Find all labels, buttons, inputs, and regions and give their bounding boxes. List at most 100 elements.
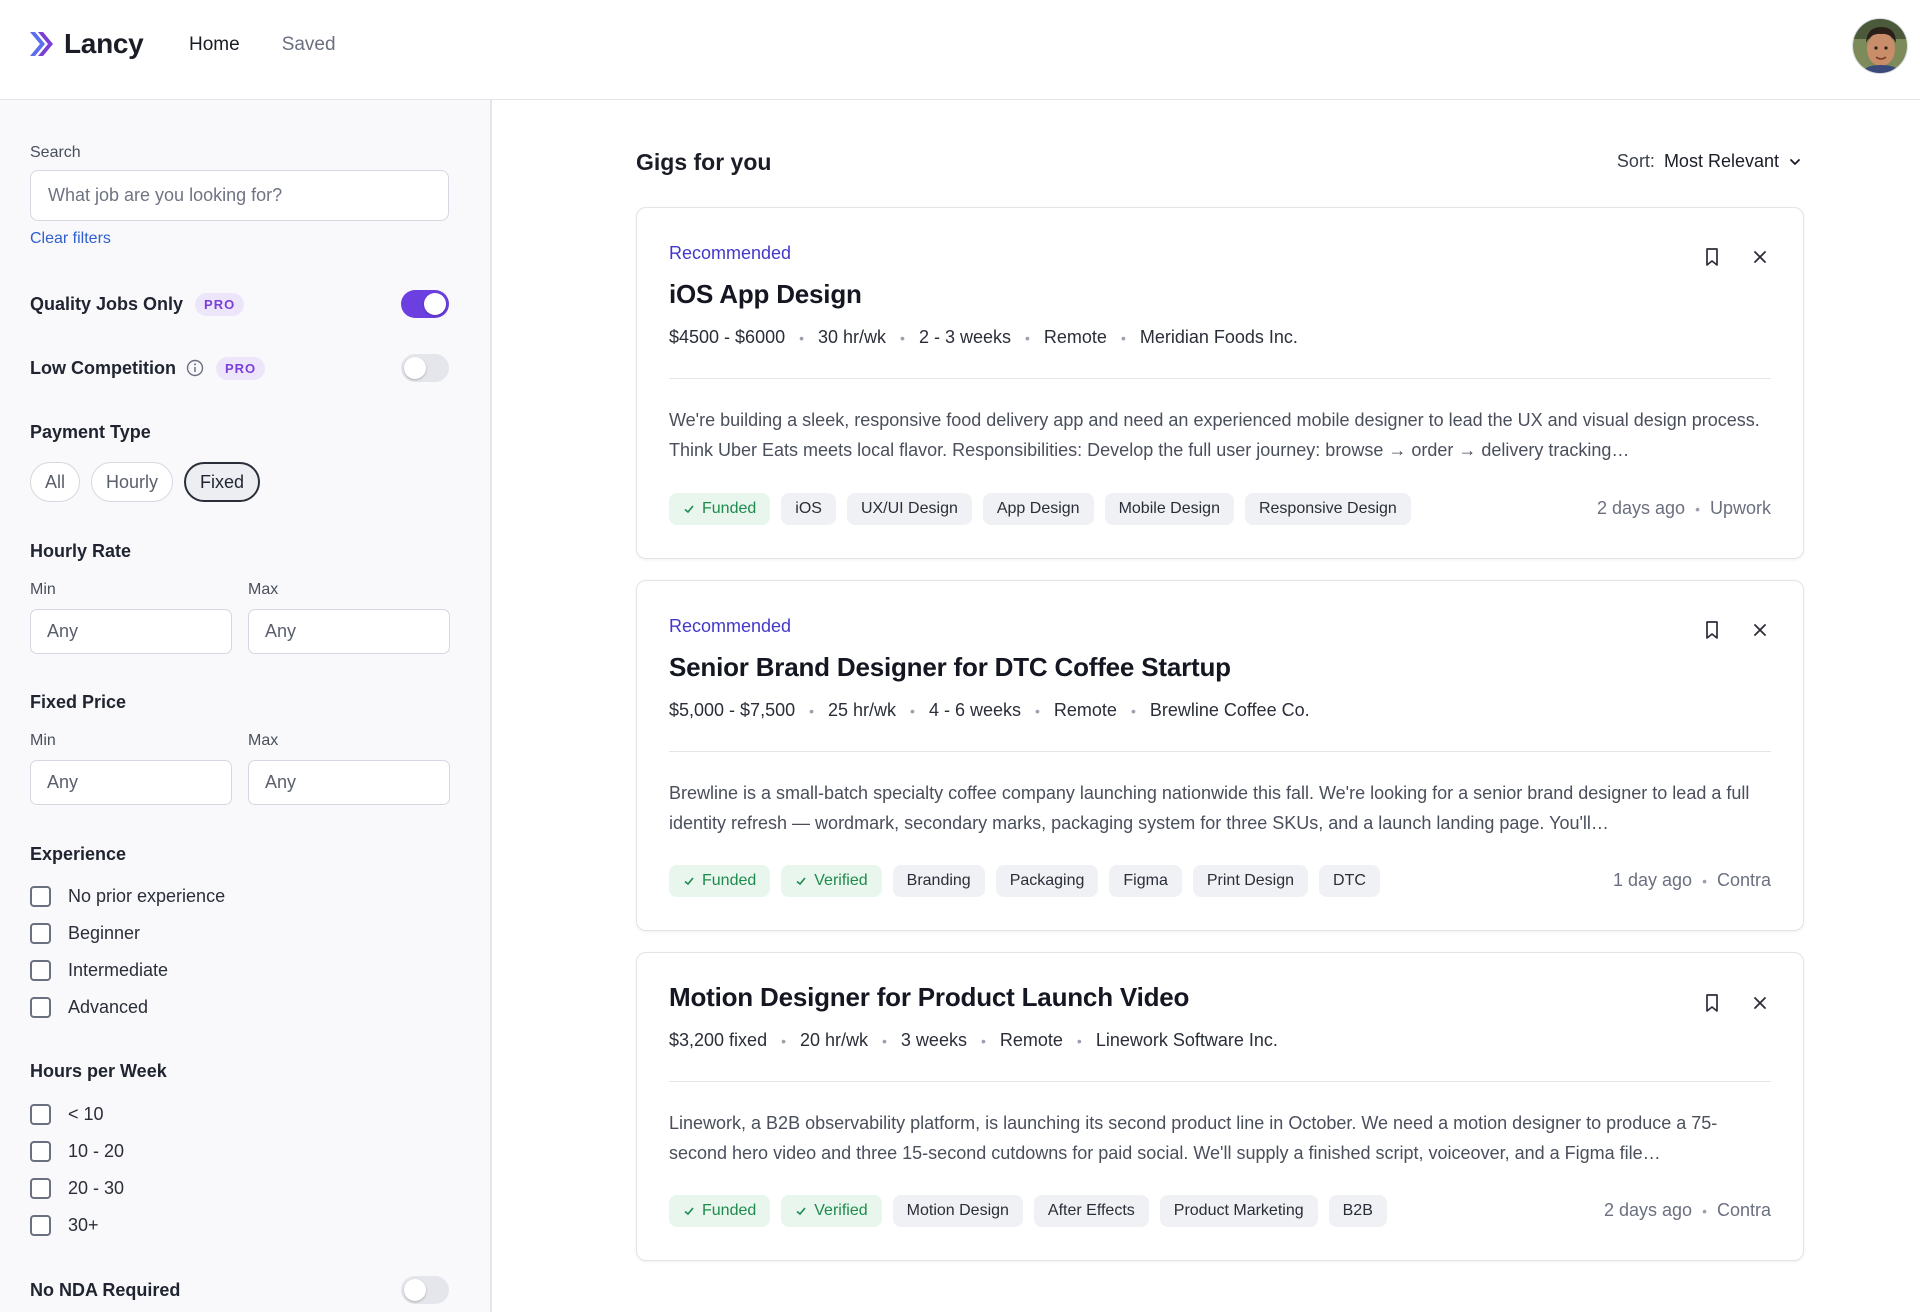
fixed-max-input[interactable] (248, 760, 450, 805)
checkbox[interactable] (30, 960, 51, 981)
skill-tag[interactable]: DTC (1319, 865, 1380, 897)
checkbox[interactable] (30, 1141, 51, 1162)
gig-card[interactable]: Recommended Senior Brand Designer for DT… (636, 580, 1804, 931)
gig-card[interactable]: Motion Designer for Product Launch Video… (636, 952, 1804, 1261)
verified-badge: Verified (781, 865, 882, 897)
hourly-max-label: Max (248, 581, 279, 598)
no-nda-row: No NDA Required (30, 1275, 449, 1305)
job-source: Upwork (1709, 498, 1771, 518)
job-budget: $3,200 fixed (669, 1030, 768, 1050)
chevrons-logo-icon (30, 32, 53, 56)
skill-tag[interactable]: Print Design (1192, 865, 1309, 897)
skill-tag[interactable]: Product Marketing (1159, 1195, 1318, 1227)
job-budget: $4500 - $6000 (669, 327, 786, 347)
hours-per-week-title: Hours per Week (30, 1061, 167, 1081)
job-duration: 2 - 3 weeks (918, 327, 1011, 347)
job-source: Contra (1716, 870, 1771, 890)
checkbox[interactable] (30, 997, 51, 1018)
skill-tag[interactable]: After Effects (1033, 1195, 1149, 1227)
hours-per-week-options: < 10 10 - 20 20 - 30 30+ (30, 1096, 124, 1244)
job-company: Meridian Foods Inc. (1139, 327, 1298, 347)
low-competition-toggle[interactable] (401, 354, 449, 382)
job-source: Contra (1716, 1200, 1771, 1220)
check-icon (684, 505, 694, 514)
fixed-min-input[interactable] (30, 760, 232, 805)
nav-home[interactable]: Home (189, 34, 240, 56)
bookmark-icon[interactable] (1701, 246, 1723, 268)
posted-time: 2 days ago (1603, 1200, 1693, 1220)
skill-tag[interactable]: Branding (892, 865, 985, 897)
close-icon[interactable] (1749, 992, 1771, 1014)
skill-tag[interactable]: Mobile Design (1104, 493, 1234, 525)
sort-dropdown[interactable]: Sort: Most Relevant (1617, 151, 1802, 172)
bookmark-icon[interactable] (1701, 992, 1723, 1014)
skill-tag[interactable]: Motion Design (892, 1195, 1023, 1227)
no-nda-toggle[interactable] (401, 1276, 449, 1304)
info-icon[interactable] (186, 359, 204, 377)
job-meta: $3,200 fixed • 20 hr/wk • 3 weeks • Remote •… (669, 1030, 1278, 1050)
chevron-down-icon (1790, 158, 1800, 165)
checkbox[interactable] (30, 1178, 51, 1199)
job-title[interactable]: Senior Brand Designer for DTC Coffee Sta… (669, 652, 1231, 683)
gig-card[interactable]: Recommended iOS App Design $4500 - $6000… (636, 207, 1804, 559)
skill-tag[interactable]: B2B (1328, 1195, 1387, 1227)
clear-filters-link[interactable]: Clear filters (30, 230, 111, 248)
job-description: Brewline is a small-batch specialty coff… (669, 783, 1750, 833)
hours-option[interactable]: 30+ (30, 1207, 124, 1244)
job-description: We're building a sleek, responsive food … (669, 410, 1760, 460)
posted-time: 2 days ago (1597, 498, 1686, 518)
hours-option[interactable]: 10 - 20 (30, 1133, 124, 1170)
skill-tag[interactable]: UX/UI Design (846, 493, 972, 525)
experience-option[interactable]: No prior experience (30, 878, 225, 915)
job-hours: 30 hr/wk (818, 327, 887, 347)
checkbox[interactable] (30, 923, 51, 944)
quality-jobs-toggle[interactable] (401, 290, 449, 318)
no-nda-label: No NDA Required (30, 1279, 181, 1300)
job-location: Remote (999, 1030, 1063, 1050)
pro-badge: PRO (195, 292, 245, 316)
payment-option-all[interactable]: All (30, 462, 81, 502)
hourly-rate-title: Hourly Rate (30, 541, 132, 561)
job-meta: $5,000 - $7,500 • 25 hr/wk • 4 - 6 weeks • … (669, 700, 1310, 720)
skill-tag[interactable]: iOS (781, 493, 836, 525)
logo[interactable]: Lancy (28, 28, 144, 60)
skill-tag[interactable]: App Design (982, 493, 1094, 525)
job-tags: Funded Verified Branding Packaging Figma… (669, 865, 1380, 897)
job-hours: 20 hr/wk (799, 1030, 869, 1050)
divider (669, 1081, 1771, 1082)
experience-option[interactable]: Intermediate (30, 952, 225, 989)
job-location: Remote (1043, 327, 1107, 347)
filters-sidebar: Search Clear filters Quality Jobs Only P… (0, 100, 492, 1312)
hours-option[interactable]: 20 - 30 (30, 1170, 124, 1207)
avatar[interactable] (1852, 18, 1908, 74)
search-input[interactable] (30, 170, 449, 221)
checkbox[interactable] (30, 1215, 51, 1236)
checkbox[interactable] (30, 1104, 51, 1125)
bookmark-icon[interactable] (1701, 619, 1723, 641)
checkbox[interactable] (30, 886, 51, 907)
skill-tag[interactable]: Responsive Design (1244, 493, 1411, 525)
close-icon[interactable] (1749, 246, 1771, 268)
divider (669, 751, 1771, 752)
skill-tag[interactable]: Packaging (995, 865, 1099, 897)
job-duration: 3 weeks (900, 1030, 967, 1050)
top-bar: Lancy Home Saved (0, 0, 1920, 100)
close-icon[interactable] (1749, 619, 1771, 641)
check-icon (684, 1207, 694, 1216)
experience-option[interactable]: Beginner (30, 915, 225, 952)
hourly-max-input[interactable] (248, 609, 450, 654)
check-icon (684, 877, 694, 886)
job-title[interactable]: iOS App Design (669, 279, 862, 310)
sort-value: Most Relevant (1663, 151, 1779, 171)
job-company: Brewline Coffee Co. (1149, 700, 1310, 720)
payment-option-fixed[interactable]: Fixed (184, 462, 261, 502)
skill-tag[interactable]: Figma (1109, 865, 1182, 897)
experience-option[interactable]: Advanced (30, 989, 225, 1026)
recommended-label: Recommended (669, 243, 792, 263)
hours-option[interactable]: < 10 (30, 1096, 124, 1133)
payment-option-hourly[interactable]: Hourly (91, 462, 174, 502)
nav-saved[interactable]: Saved (282, 34, 336, 56)
hourly-min-input[interactable] (30, 609, 232, 654)
job-title[interactable]: Motion Designer for Product Launch Video (669, 982, 1189, 1013)
job-duration: 4 - 6 weeks (928, 700, 1021, 720)
